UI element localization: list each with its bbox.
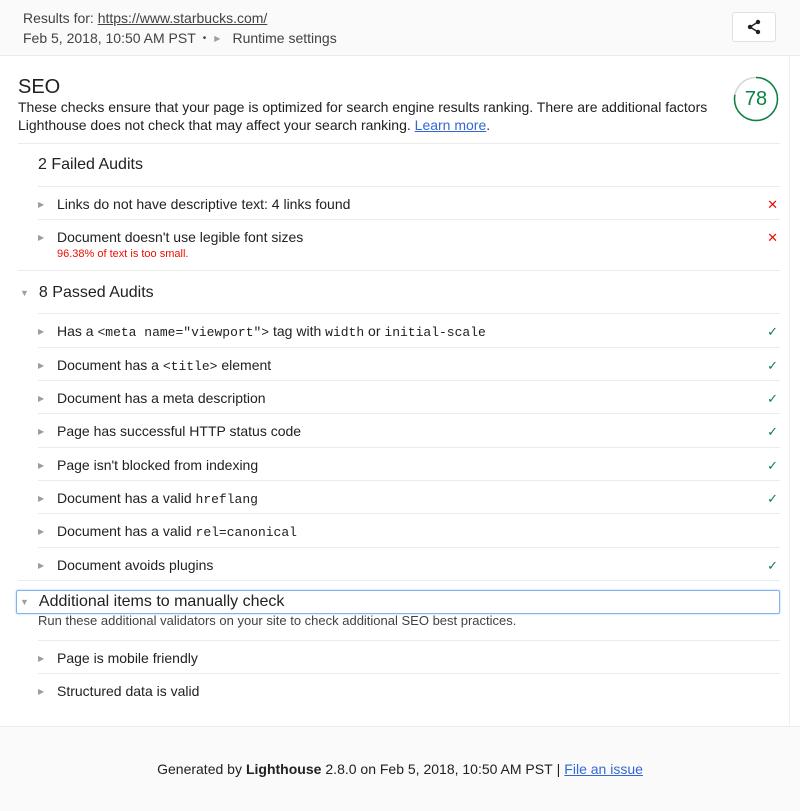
expand-triangle-icon: ▶ xyxy=(38,494,45,503)
collapse-triangle-icon: ▼ xyxy=(20,288,29,298)
divider xyxy=(38,640,780,641)
pass-check-icon: ✓ xyxy=(767,558,778,573)
pass-check-icon: ✓ xyxy=(767,458,778,473)
expand-triangle-icon: ▶ xyxy=(38,460,45,470)
divider xyxy=(38,313,780,314)
audit-item-link-text[interactable]: ▶ Links do not have descriptive text: 4 … xyxy=(38,196,780,212)
divider xyxy=(18,143,780,144)
pass-check-icon: ✓ xyxy=(767,324,778,339)
audit-title: Document doesn't use legible font sizes xyxy=(57,229,304,245)
audit-item-structured-data[interactable]: ▶ Structured data is valid xyxy=(38,683,780,699)
expand-triangle-icon: ▶ xyxy=(38,527,45,536)
audit-title: Document has a valid rel=canonical xyxy=(57,523,297,540)
audit-title: Document has a valid hreflang xyxy=(57,490,258,507)
pass-check-icon: ✓ xyxy=(767,358,778,373)
failed-audits-title: 2 Failed Audits xyxy=(38,156,143,173)
period: . xyxy=(486,117,491,133)
expand-triangle-icon: ▶ xyxy=(38,393,45,403)
divider xyxy=(38,413,780,414)
file-issue-link[interactable]: File an issue xyxy=(564,761,643,777)
runtime-settings-toggle[interactable]: Runtime settings xyxy=(232,30,336,46)
audit-title: Document avoids plugins xyxy=(57,557,214,573)
collapse-triangle-icon: ▼ xyxy=(20,597,29,607)
expand-triangle-icon: ▶ xyxy=(38,686,45,696)
expand-triangle-icon: ▶ xyxy=(38,426,45,436)
audit-title: Document has a <title> element xyxy=(57,357,272,374)
audit-title: Structured data is valid xyxy=(57,683,200,699)
audit-title: Document has a meta description xyxy=(57,390,266,406)
audit-item-font-size[interactable]: ▶ Document doesn't use legible font size… xyxy=(38,229,780,260)
category-description-text: These checks ensure that your page is op… xyxy=(18,99,708,133)
report-timestamp: Feb 5, 2018, 10:50 AM PST xyxy=(23,30,196,46)
category-title: SEO xyxy=(18,76,61,98)
failed-audits-header[interactable]: 2 Failed Audits xyxy=(38,156,143,174)
manual-audits-header[interactable]: ▼ Additional items to manually check xyxy=(20,593,284,611)
audit-title: Links do not have descriptive text: 4 li… xyxy=(57,196,351,212)
score-value: 78 xyxy=(744,88,768,110)
audit-item-http-status[interactable]: ▶ Page has successful HTTP status code ✓ xyxy=(38,423,780,439)
manual-audits-title: Additional items to manually check xyxy=(38,593,285,610)
share-icon xyxy=(747,19,761,35)
audit-item-canonical[interactable]: ▶ Document has a valid rel=canonical xyxy=(38,523,780,540)
lighthouse-brand: Lighthouse xyxy=(245,761,322,777)
audit-item-title[interactable]: ▶ Document has a <title> element ✓ xyxy=(38,357,780,374)
divider xyxy=(38,380,780,381)
share-button[interactable] xyxy=(732,12,776,42)
divider xyxy=(38,547,780,548)
pass-check-icon: ✓ xyxy=(767,391,778,406)
pass-check-icon: ✓ xyxy=(767,491,778,506)
fail-x-icon: ✕ xyxy=(767,230,778,245)
audit-title: Has a <meta name="viewport"> tag with wi… xyxy=(57,323,486,340)
scrollbar-track[interactable] xyxy=(789,56,790,726)
category-description: These checks ensure that your page is op… xyxy=(18,98,718,134)
report-header: Results for: https://www.starbucks.com/ … xyxy=(0,0,800,56)
audit-title: Page has successful HTTP status code xyxy=(57,423,302,439)
version-text: 2.8.0 on Feb 5, 2018, 10:50 AM PST xyxy=(325,761,553,777)
expand-triangle-icon: ▶ xyxy=(38,327,45,336)
passed-audits-header[interactable]: ▼ 8 Passed Audits xyxy=(20,284,154,302)
expand-triangle-icon: ▶ xyxy=(38,653,45,663)
report-footer: Generated by Lighthouse 2.8.0 on Feb 5, … xyxy=(0,726,800,811)
fail-x-icon: ✕ xyxy=(767,197,778,212)
generated-by-label: Generated by xyxy=(157,761,242,777)
audit-display-value: 96.38% of text is too small. xyxy=(57,248,189,260)
divider xyxy=(38,673,780,674)
audit-title: Page is mobile friendly xyxy=(57,650,198,666)
score-gauge: 78 xyxy=(733,76,779,122)
results-for-line: Results for: https://www.starbucks.com/ xyxy=(23,10,267,26)
expand-triangle-icon: ▶ xyxy=(38,232,45,242)
divider xyxy=(38,447,780,448)
divider xyxy=(18,270,780,271)
expand-triangle-icon[interactable]: ▶ xyxy=(214,34,220,43)
learn-more-link[interactable]: Learn more xyxy=(415,117,487,133)
divider xyxy=(38,513,780,514)
audit-item-hreflang[interactable]: ▶ Document has a valid hreflang ✓ xyxy=(38,490,780,507)
divider xyxy=(38,347,780,348)
audit-title: Page isn't blocked from indexing xyxy=(57,457,259,473)
results-for-label: Results for: xyxy=(23,10,94,26)
divider xyxy=(38,480,780,481)
audit-item-viewport[interactable]: ▶ Has a <meta name="viewport"> tag with … xyxy=(38,323,780,340)
footer-separator: | xyxy=(556,761,561,777)
expand-triangle-icon: ▶ xyxy=(38,560,45,570)
divider xyxy=(38,219,780,220)
divider xyxy=(38,186,780,187)
audit-item-plugins[interactable]: ▶ Document avoids plugins ✓ xyxy=(38,557,780,573)
expand-triangle-icon: ▶ xyxy=(38,361,45,370)
audit-item-mobile-friendly[interactable]: ▶ Page is mobile friendly xyxy=(38,650,780,666)
divider xyxy=(18,580,780,581)
separator-dot: • xyxy=(202,32,207,44)
expand-triangle-icon: ▶ xyxy=(38,199,45,209)
results-url-link[interactable]: https://www.starbucks.com/ xyxy=(98,10,268,26)
pass-check-icon: ✓ xyxy=(767,424,778,439)
manual-audits-description: Run these additional validators on your … xyxy=(38,613,517,628)
audit-item-meta-description[interactable]: ▶ Document has a meta description ✓ xyxy=(38,390,780,406)
audit-item-indexing[interactable]: ▶ Page isn't blocked from indexing ✓ xyxy=(38,457,780,473)
passed-audits-title: 8 Passed Audits xyxy=(38,284,154,301)
meta-line: Feb 5, 2018, 10:50 AM PST • ▶ Runtime se… xyxy=(23,30,337,46)
